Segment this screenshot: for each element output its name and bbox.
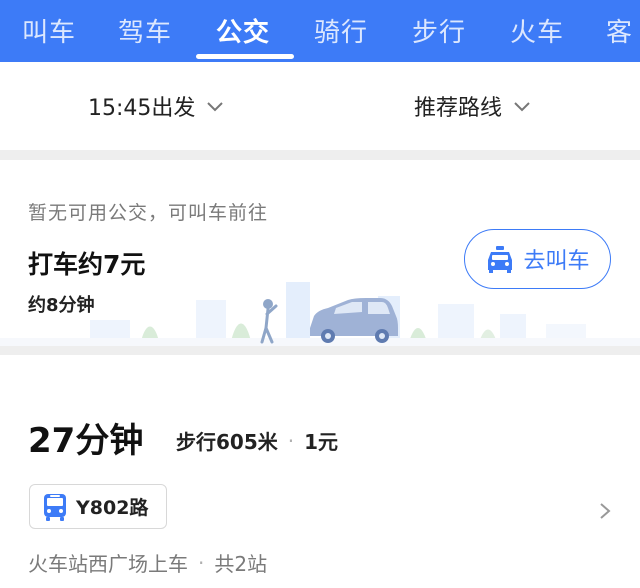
tab-walk[interactable]: 步行 bbox=[412, 12, 466, 49]
section-divider bbox=[0, 150, 640, 160]
taxi-icon bbox=[488, 246, 513, 273]
route-fare: 1元 bbox=[304, 430, 339, 454]
bus-line-chip: Y802路 bbox=[29, 484, 167, 529]
active-tab-indicator bbox=[196, 54, 294, 59]
walk-distance: 步行605米 bbox=[176, 430, 278, 454]
transport-mode-tabbar: 叫车 驾车 公交 骑行 步行 火车 客 bbox=[0, 0, 640, 62]
stop-separator: · bbox=[198, 550, 205, 575]
tab-train[interactable]: 火车 bbox=[510, 12, 564, 49]
meta-separator: · bbox=[287, 428, 295, 453]
bus-icon bbox=[44, 493, 66, 521]
chevron-down-icon bbox=[514, 102, 530, 112]
route-preference-dropdown[interactable]: 推荐路线 bbox=[414, 90, 532, 122]
bus-line-name: Y802路 bbox=[76, 497, 149, 519]
depart-time-dropdown[interactable]: 15:45出发 bbox=[88, 90, 225, 122]
bus-route-card[interactable]: 27分钟 步行605米 · 1元 Y802路 火车站西广场上车 · 共2站 bbox=[0, 355, 640, 588]
chevron-down-icon bbox=[207, 102, 224, 112]
route-duration: 27分钟 bbox=[28, 421, 144, 461]
tab-bus[interactable]: 公交 bbox=[216, 12, 270, 49]
no-bus-notice: 暂无可用公交，可叫车前往 bbox=[28, 202, 269, 224]
depart-time-label: 15:45出发 bbox=[88, 96, 196, 121]
tab-taxi[interactable]: 叫车 bbox=[22, 12, 76, 49]
route-summary: 步行605米 · 1元 bbox=[176, 426, 338, 455]
tab-cycle[interactable]: 骑行 bbox=[314, 12, 368, 49]
boarding-stop: 火车站西广场上车 bbox=[28, 552, 188, 576]
filter-bar: 15:45出发 推荐路线 bbox=[0, 62, 640, 150]
chevron-right-icon[interactable] bbox=[596, 501, 614, 521]
taxi-price: 打车约7元 bbox=[28, 250, 146, 279]
taxi-suggestion-card[interactable]: 暂无可用公交，可叫车前往 打车约7元 约8分钟 去叫车 bbox=[0, 160, 640, 346]
call-taxi-label: 去叫车 bbox=[523, 249, 590, 274]
route-preference-label: 推荐路线 bbox=[414, 96, 503, 121]
stop-count: 共2站 bbox=[214, 552, 268, 576]
call-taxi-button[interactable]: 去叫车 bbox=[464, 229, 611, 289]
tab-coach[interactable]: 客 bbox=[606, 12, 633, 49]
tab-drive[interactable]: 驾车 bbox=[118, 12, 172, 49]
taxi-duration: 约8分钟 bbox=[28, 295, 95, 316]
boarding-info: 火车站西广场上车 · 共2站 bbox=[28, 548, 267, 577]
